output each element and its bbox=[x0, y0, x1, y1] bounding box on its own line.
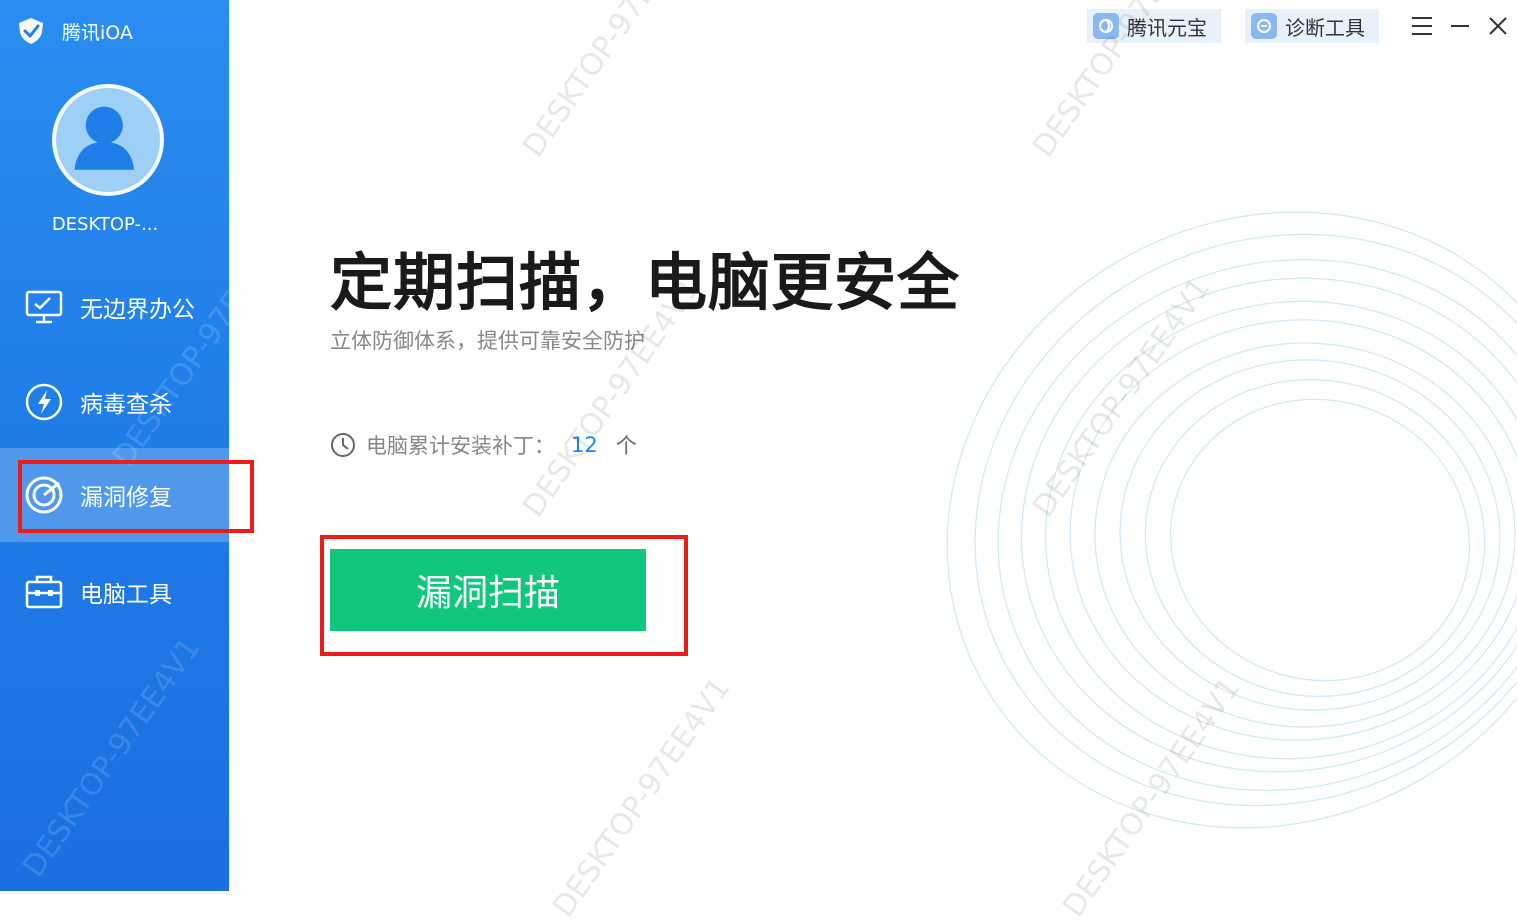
patch-count: 12 bbox=[571, 433, 598, 457]
sidebar-item-label: 漏洞修复 bbox=[80, 485, 172, 511]
patch-count-row: 电脑累计安装补丁： 12 个 bbox=[330, 430, 637, 460]
clock-icon bbox=[331, 433, 355, 457]
menu-button[interactable] bbox=[1403, 9, 1441, 43]
sidebar-item-label: 病毒查杀 bbox=[80, 392, 172, 418]
page-subtitle: 立体防御体系，提供可靠安全防护 bbox=[330, 329, 645, 353]
watermark: DESKTOP-97EE4V1 bbox=[1056, 671, 1248, 924]
minimize-icon bbox=[1451, 25, 1469, 27]
yuanbao-label: 腾讯元宝 bbox=[1127, 15, 1207, 40]
yuanbao-button[interactable]: 腾讯元宝 bbox=[1087, 9, 1221, 43]
menu-icon bbox=[1412, 17, 1432, 35]
sidebar-item-antivirus[interactable]: 病毒查杀 bbox=[0, 355, 229, 449]
toolbox-icon bbox=[24, 572, 64, 612]
decorative-swirl bbox=[946, 211, 1517, 829]
brand: 腾讯iOA bbox=[16, 16, 133, 46]
app-name: 腾讯iOA bbox=[62, 21, 133, 44]
watermark: DESKTOP-97EE4V1 bbox=[16, 631, 208, 884]
minimize-button[interactable] bbox=[1441, 9, 1479, 43]
close-button[interactable] bbox=[1479, 9, 1517, 43]
sidebar-item-borderless-office[interactable]: 无边界办公 bbox=[0, 260, 229, 354]
yuanbao-icon bbox=[1093, 13, 1119, 39]
watermark: DESKTOP-97EE4V1 bbox=[516, 0, 708, 164]
title-bar: 腾讯元宝 诊断工具 bbox=[1087, 9, 1517, 43]
lightning-icon bbox=[24, 382, 64, 422]
shield-logo-icon bbox=[19, 18, 43, 44]
user-icon bbox=[74, 106, 134, 170]
sidebar-item-label: 无边界办公 bbox=[80, 297, 195, 323]
monitor-icon bbox=[24, 287, 64, 327]
watermark: DESKTOP-97EE4V1 bbox=[1026, 271, 1218, 524]
avatar[interactable] bbox=[52, 84, 164, 196]
vulnerability-scan-button[interactable]: 漏洞扫描 bbox=[330, 549, 646, 631]
watermark: DESKTOP-97EE4V1 bbox=[546, 671, 738, 924]
target-icon bbox=[24, 475, 64, 515]
diagnose-label: 诊断工具 bbox=[1285, 15, 1365, 40]
sidebar-item-label: 电脑工具 bbox=[80, 582, 172, 608]
diagnose-icon bbox=[1251, 13, 1277, 39]
close-icon bbox=[1489, 17, 1507, 35]
device-name: DESKTOP-... bbox=[51, 214, 159, 235]
patch-label: 电脑累计安装补丁： bbox=[366, 434, 555, 458]
page-headline: 定期扫描，电脑更安全 bbox=[330, 246, 961, 319]
patch-unit: 个 bbox=[615, 434, 637, 458]
diagnose-tool-button[interactable]: 诊断工具 bbox=[1245, 9, 1379, 43]
sidebar-item-pc-tools[interactable]: 电脑工具 bbox=[0, 545, 229, 639]
sidebar: 腾讯iOA DESKTOP-... 无边界办公 病毒查杀 漏洞修复 电脑工具 D… bbox=[0, 0, 229, 891]
sidebar-item-vulnerability-fix[interactable]: 漏洞修复 bbox=[0, 448, 229, 542]
